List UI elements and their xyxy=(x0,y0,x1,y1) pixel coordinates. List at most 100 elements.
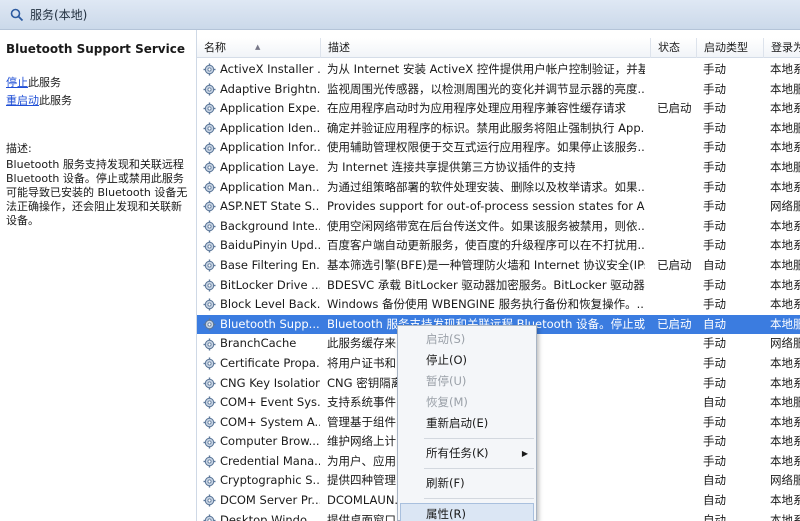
context-menu-item[interactable]: 停止(O) xyxy=(398,350,536,371)
service-gear-icon xyxy=(203,334,217,354)
service-name-cell: Application Man... xyxy=(220,179,320,194)
description-text: Bluetooth 服务支持发现和关联远程 Bluetooth 设备。停止或禁用… xyxy=(6,158,188,227)
service-name-cell: BitLocker Drive ... xyxy=(220,277,320,292)
service-status-cell xyxy=(657,354,699,374)
service-gear-icon xyxy=(203,276,217,296)
service-startup-type-cell: 手动 xyxy=(703,277,726,292)
column-header-startup-type[interactable]: 启动类型 xyxy=(697,38,764,58)
service-startup-type-cell: 手动 xyxy=(703,120,726,135)
service-logon-cell: 网络服 xyxy=(770,336,800,351)
service-gear-icon xyxy=(203,217,217,237)
service-row[interactable]: BitLocker Drive ... BDESVC 承载 BitLocker 驱… xyxy=(197,276,800,296)
service-row[interactable]: Application Infor... 使用辅助管理权限便于交互式运行应用程序。… xyxy=(197,138,800,158)
context-menu-item-label: 刷新(F) xyxy=(426,476,465,490)
service-status-cell: 已启动 xyxy=(657,257,692,272)
service-name-cell: Computer Brow... xyxy=(220,434,320,449)
column-header-status[interactable]: 状态 xyxy=(651,38,697,58)
service-gear-icon xyxy=(203,315,217,335)
context-menu-item-label: 重新启动(E) xyxy=(426,416,489,430)
service-logon-cell: 本地服 xyxy=(770,120,800,135)
column-header-name[interactable]: 名称 ▲ xyxy=(197,38,321,58)
search-icon xyxy=(10,8,24,22)
service-logon-cell: 本地系 xyxy=(770,453,800,468)
service-row[interactable]: Base Filtering En... 基本筛选引擎(BFE)是一种管理防火墙和… xyxy=(197,256,800,276)
service-name-cell: ASP.NET State S... xyxy=(220,199,320,214)
restart-service-link[interactable]: 重启动 xyxy=(6,94,39,107)
column-header-logon-as[interactable]: 登录为 xyxy=(764,38,800,58)
service-name-cell: DCOM Server Pr... xyxy=(220,493,320,508)
context-menu-item[interactable]: 属性(R) xyxy=(400,503,534,521)
service-status-cell xyxy=(657,276,699,296)
service-status-cell xyxy=(657,158,699,178)
service-logon-cell: 本地服 xyxy=(770,316,800,331)
service-name-cell: BaiduPinyin Upd... xyxy=(220,238,320,253)
service-startup-type-cell: 手动 xyxy=(703,81,726,96)
stop-service-link[interactable]: 停止 xyxy=(6,76,28,89)
service-status-cell xyxy=(657,80,699,100)
service-description-cell: 百度客户端自动更新服务，使百度的升级程序可以在不打扰用... xyxy=(327,238,645,253)
service-gear-icon xyxy=(203,256,217,276)
column-header-description[interactable]: 描述 xyxy=(321,38,651,58)
service-status-cell xyxy=(657,413,699,433)
service-description-cell: 基本筛选引擎(BFE)是一种管理防火墙和 Internet 协议安全(IPs..… xyxy=(327,257,645,272)
context-menu-item[interactable]: 暂停(U) xyxy=(398,371,536,392)
service-row[interactable]: BaiduPinyin Upd... 百度客户端自动更新服务，使百度的升级程序可以… xyxy=(197,236,800,256)
service-row[interactable]: Adaptive Brightn... 监视周围光传感器，以检测周围光的变化并调节… xyxy=(197,80,800,100)
service-status-cell xyxy=(657,511,699,521)
service-startup-type-cell: 手动 xyxy=(703,159,726,174)
context-menu-item[interactable]: 恢复(M) xyxy=(398,392,536,413)
service-logon-cell: 本地系 xyxy=(770,355,800,370)
service-description-cell: 使用空闲网络带宽在后台传送文件。如果该服务被禁用，则依... xyxy=(327,218,645,233)
service-startup-type-cell: 自动 xyxy=(703,395,726,410)
service-description-cell: 为 Internet 连接共享提供第三方协议插件的支持 xyxy=(327,159,576,174)
service-row[interactable]: Application Laye... 为 Internet 连接共享提供第三方协… xyxy=(197,158,800,178)
service-description-cell: 使用辅助管理权限便于交互式运行应用程序。如果停止该服务... xyxy=(327,140,645,155)
service-row[interactable]: Application Expe... 在应用程序启动时为应用程序处理应用程序兼容… xyxy=(197,99,800,119)
service-logon-cell: 本地服 xyxy=(770,257,800,272)
service-description-cell: Provides support for out-of-process sess… xyxy=(327,199,645,214)
service-status-cell xyxy=(657,217,699,237)
service-status-cell xyxy=(657,138,699,158)
service-logon-cell: 本地系 xyxy=(770,297,800,312)
context-menu-item-label: 暂停(U) xyxy=(426,374,467,388)
service-startup-type-cell: 手动 xyxy=(703,453,726,468)
description-label: 描述: xyxy=(6,142,32,155)
service-logon-cell: 本地系 xyxy=(770,238,800,253)
service-startup-type-cell: 自动 xyxy=(703,316,726,331)
context-menu-item[interactable]: 所有任务(K) ▶ xyxy=(398,443,536,464)
service-description-pane: Bluetooth Support Service 停止此服务 重启动此服务 描… xyxy=(0,30,197,521)
service-row[interactable]: Block Level Back... Windows 备份使用 WBENGINE… xyxy=(197,295,800,315)
service-logon-cell: 本地服 xyxy=(770,81,800,96)
service-row[interactable]: ASP.NET State S... Provides support for o… xyxy=(197,197,800,217)
service-name-cell: Credential Mana... xyxy=(220,453,320,468)
service-description-cell: Windows 备份使用 WBENGINE 服务执行备份和恢复操作。... xyxy=(327,297,645,312)
service-row[interactable]: Application Iden... 确定并验证应用程序的标识。禁用此服务将阻止… xyxy=(197,119,800,139)
service-status-cell: 已启动 xyxy=(657,316,692,331)
service-status-cell xyxy=(657,178,699,198)
service-name-cell: Desktop Windo... xyxy=(220,512,318,521)
service-status-cell xyxy=(657,452,699,472)
stop-service-action: 停止此服务 xyxy=(6,74,190,90)
service-name-cell: COM+ Event Sys... xyxy=(220,395,320,410)
window-title: 服务(本地) xyxy=(30,8,88,22)
service-startup-type-cell: 自动 xyxy=(703,493,726,508)
service-logon-cell: 网络服 xyxy=(770,199,800,214)
service-gear-icon xyxy=(203,432,217,452)
service-row[interactable]: Background Inte... 使用空闲网络带宽在后台传送文件。如果该服务被… xyxy=(197,217,800,237)
context-menu-item[interactable]: 重新启动(E) xyxy=(398,413,536,434)
service-name-cell: Cryptographic S... xyxy=(220,473,320,488)
service-startup-type-cell: 手动 xyxy=(703,62,726,76)
service-gear-icon xyxy=(203,60,217,80)
service-row[interactable]: Application Man... 为通过组策略部署的软件处理安装、删除以及枚举… xyxy=(197,178,800,198)
column-header-name-label: 名称 xyxy=(204,41,226,54)
context-menu-item[interactable]: 启动(S) xyxy=(398,329,536,350)
service-logon-cell: 本地系 xyxy=(770,414,800,429)
service-row[interactable]: ActiveX Installer ... 为从 Internet 安装 Acti… xyxy=(197,60,800,80)
service-startup-type-cell: 手动 xyxy=(703,434,726,449)
service-logon-cell: 本地系 xyxy=(770,277,800,292)
submenu-arrow-icon: ▶ xyxy=(521,449,528,458)
service-gear-icon xyxy=(203,295,217,315)
service-startup-type-cell: 手动 xyxy=(703,140,726,155)
context-menu-item[interactable]: 刷新(F) xyxy=(398,473,536,494)
restart-service-action: 重启动此服务 xyxy=(6,92,190,108)
